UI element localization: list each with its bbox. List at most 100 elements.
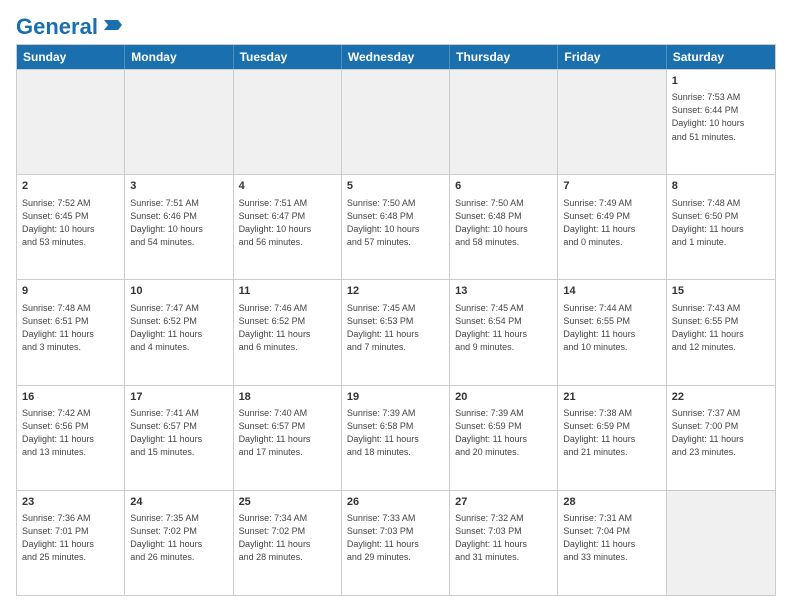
day-info: Sunrise: 7:38 AM Sunset: 6:59 PM Dayligh… <box>563 407 660 459</box>
day-number: 5 <box>347 179 444 194</box>
calendar-cell: 14 Sunrise: 7:44 AM Sunset: 6:55 PM Dayli… <box>558 280 666 384</box>
day-info: Sunrise: 7:52 AM Sunset: 6:45 PM Dayligh… <box>22 197 119 249</box>
calendar-row: 9 Sunrise: 7:48 AM Sunset: 6:51 PM Daylig… <box>17 279 775 384</box>
calendar-cell: 9 Sunrise: 7:48 AM Sunset: 6:51 PM Daylig… <box>17 280 125 384</box>
day-number: 8 <box>672 179 770 194</box>
calendar-cell: 10 Sunrise: 7:47 AM Sunset: 6:52 PM Dayli… <box>125 280 233 384</box>
day-info: Sunrise: 7:51 AM Sunset: 6:46 PM Dayligh… <box>130 197 227 249</box>
day-number: 19 <box>347 390 444 405</box>
calendar-cell: 1 Sunrise: 7:53 AM Sunset: 6:44 PM Daylig… <box>667 70 775 174</box>
calendar-cell <box>450 70 558 174</box>
day-info: Sunrise: 7:39 AM Sunset: 6:58 PM Dayligh… <box>347 407 444 459</box>
logo: General <box>16 16 122 34</box>
day-number: 9 <box>22 284 119 299</box>
day-number: 1 <box>672 74 770 89</box>
calendar-cell <box>342 70 450 174</box>
day-info: Sunrise: 7:49 AM Sunset: 6:49 PM Dayligh… <box>563 197 660 249</box>
day-number: 20 <box>455 390 552 405</box>
calendar-cell: 12Sunrise: 7:45 AM Sunset: 6:53 PM Dayli… <box>342 280 450 384</box>
weekday-header: Monday <box>125 45 233 69</box>
day-info: Sunrise: 7:50 AM Sunset: 6:48 PM Dayligh… <box>455 197 552 249</box>
day-info: Sunrise: 7:50 AM Sunset: 6:48 PM Dayligh… <box>347 197 444 249</box>
calendar-cell: 5 Sunrise: 7:50 AM Sunset: 6:48 PM Daylig… <box>342 175 450 279</box>
weekday-header: Friday <box>558 45 666 69</box>
calendar-cell <box>125 70 233 174</box>
calendar-row: 23 Sunrise: 7:36 AM Sunset: 7:01 PM Dayli… <box>17 490 775 595</box>
calendar-cell: 20 Sunrise: 7:39 AM Sunset: 6:59 PM Dayli… <box>450 386 558 490</box>
logo-arrow-icon <box>100 14 122 36</box>
day-number: 23 <box>22 495 119 510</box>
day-number: 16 <box>22 390 119 405</box>
day-info: Sunrise: 7:46 AM Sunset: 6:52 PM Dayligh… <box>239 302 336 354</box>
calendar-cell: 21Sunrise: 7:38 AM Sunset: 6:59 PM Dayli… <box>558 386 666 490</box>
day-info: Sunrise: 7:32 AM Sunset: 7:03 PM Dayligh… <box>455 512 552 564</box>
day-number: 3 <box>130 179 227 194</box>
weekday-header: Thursday <box>450 45 558 69</box>
day-info: Sunrise: 7:45 AM Sunset: 6:54 PM Dayligh… <box>455 302 552 354</box>
day-info: Sunrise: 7:43 AM Sunset: 6:55 PM Dayligh… <box>672 302 770 354</box>
day-info: Sunrise: 7:42 AM Sunset: 6:56 PM Dayligh… <box>22 407 119 459</box>
day-info: Sunrise: 7:39 AM Sunset: 6:59 PM Dayligh… <box>455 407 552 459</box>
calendar-cell: 11 Sunrise: 7:46 AM Sunset: 6:52 PM Dayli… <box>234 280 342 384</box>
day-info: Sunrise: 7:44 AM Sunset: 6:55 PM Dayligh… <box>563 302 660 354</box>
calendar-cell <box>667 491 775 595</box>
day-number: 24 <box>130 495 227 510</box>
day-number: 15 <box>672 284 770 299</box>
calendar-cell: 24 Sunrise: 7:35 AM Sunset: 7:02 PM Dayli… <box>125 491 233 595</box>
calendar-row: 16 Sunrise: 7:42 AM Sunset: 6:56 PM Dayli… <box>17 385 775 490</box>
calendar-cell: 27 Sunrise: 7:32 AM Sunset: 7:03 PM Dayli… <box>450 491 558 595</box>
calendar-body: 1 Sunrise: 7:53 AM Sunset: 6:44 PM Daylig… <box>17 69 775 595</box>
calendar-cell: 15 Sunrise: 7:43 AM Sunset: 6:55 PM Dayli… <box>667 280 775 384</box>
day-number: 18 <box>239 390 336 405</box>
day-info: Sunrise: 7:48 AM Sunset: 6:51 PM Dayligh… <box>22 302 119 354</box>
calendar-cell: 6Sunrise: 7:50 AM Sunset: 6:48 PM Daylig… <box>450 175 558 279</box>
header: General <box>16 16 776 34</box>
calendar-row: 1 Sunrise: 7:53 AM Sunset: 6:44 PM Daylig… <box>17 69 775 174</box>
day-info: Sunrise: 7:37 AM Sunset: 7:00 PM Dayligh… <box>672 407 770 459</box>
calendar-cell: 23 Sunrise: 7:36 AM Sunset: 7:01 PM Dayli… <box>17 491 125 595</box>
calendar-cell: 3 Sunrise: 7:51 AM Sunset: 6:46 PM Daylig… <box>125 175 233 279</box>
day-info: Sunrise: 7:35 AM Sunset: 7:02 PM Dayligh… <box>130 512 227 564</box>
day-info: Sunrise: 7:51 AM Sunset: 6:47 PM Dayligh… <box>239 197 336 249</box>
day-info: Sunrise: 7:47 AM Sunset: 6:52 PM Dayligh… <box>130 302 227 354</box>
calendar-cell: 26 Sunrise: 7:33 AM Sunset: 7:03 PM Dayli… <box>342 491 450 595</box>
day-info: Sunrise: 7:34 AM Sunset: 7:02 PM Dayligh… <box>239 512 336 564</box>
day-info: Sunrise: 7:40 AM Sunset: 6:57 PM Dayligh… <box>239 407 336 459</box>
calendar-cell: 7 Sunrise: 7:49 AM Sunset: 6:49 PM Daylig… <box>558 175 666 279</box>
calendar-cell: 8 Sunrise: 7:48 AM Sunset: 6:50 PM Daylig… <box>667 175 775 279</box>
day-info: Sunrise: 7:33 AM Sunset: 7:03 PM Dayligh… <box>347 512 444 564</box>
day-number: 12 <box>347 284 444 299</box>
weekday-header: Tuesday <box>234 45 342 69</box>
day-info: Sunrise: 7:41 AM Sunset: 6:57 PM Dayligh… <box>130 407 227 459</box>
calendar-cell: 2 Sunrise: 7:52 AM Sunset: 6:45 PM Daylig… <box>17 175 125 279</box>
day-number: 26 <box>347 495 444 510</box>
day-info: Sunrise: 7:48 AM Sunset: 6:50 PM Dayligh… <box>672 197 770 249</box>
calendar-header: SundayMondayTuesdayWednesdayThursdayFrid… <box>17 45 775 69</box>
day-number: 10 <box>130 284 227 299</box>
calendar-cell <box>558 70 666 174</box>
day-number: 22 <box>672 390 770 405</box>
day-number: 28 <box>563 495 660 510</box>
day-info: Sunrise: 7:36 AM Sunset: 7:01 PM Dayligh… <box>22 512 119 564</box>
calendar-row: 2 Sunrise: 7:52 AM Sunset: 6:45 PM Daylig… <box>17 174 775 279</box>
day-number: 14 <box>563 284 660 299</box>
calendar-cell: 22 Sunrise: 7:37 AM Sunset: 7:00 PM Dayli… <box>667 386 775 490</box>
day-number: 27 <box>455 495 552 510</box>
calendar: SundayMondayTuesdayWednesdayThursdayFrid… <box>16 44 776 596</box>
day-number: 2 <box>22 179 119 194</box>
calendar-cell: 28Sunrise: 7:31 AM Sunset: 7:04 PM Dayli… <box>558 491 666 595</box>
day-number: 11 <box>239 284 336 299</box>
day-number: 25 <box>239 495 336 510</box>
day-number: 17 <box>130 390 227 405</box>
calendar-cell <box>234 70 342 174</box>
calendar-cell: 19 Sunrise: 7:39 AM Sunset: 6:58 PM Dayli… <box>342 386 450 490</box>
page: General SundayMondayTuesdayWednesdayThur… <box>0 0 792 612</box>
day-number: 4 <box>239 179 336 194</box>
calendar-cell: 17 Sunrise: 7:41 AM Sunset: 6:57 PM Dayli… <box>125 386 233 490</box>
day-info: Sunrise: 7:53 AM Sunset: 6:44 PM Dayligh… <box>672 91 770 143</box>
weekday-header: Saturday <box>667 45 775 69</box>
calendar-cell <box>17 70 125 174</box>
calendar-cell: 16 Sunrise: 7:42 AM Sunset: 6:56 PM Dayli… <box>17 386 125 490</box>
weekday-header: Wednesday <box>342 45 450 69</box>
day-number: 7 <box>563 179 660 194</box>
